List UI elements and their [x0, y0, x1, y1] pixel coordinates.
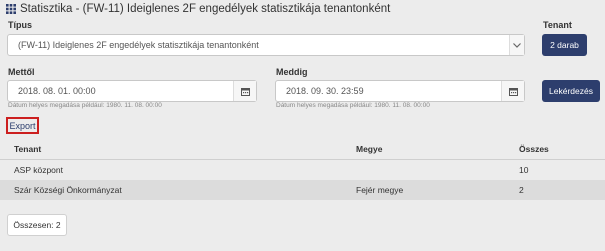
- mettol-label: Mettől: [8, 67, 35, 77]
- meddig-hint: Dátum helyes megadása például: 1980. 11.…: [276, 102, 430, 109]
- export-link[interactable]: Export: [6, 117, 39, 134]
- mettol-input[interactable]: 2018. 08. 01. 00:00: [7, 80, 257, 102]
- calendar-icon[interactable]: [501, 81, 524, 101]
- column-header-osszes[interactable]: Összes: [519, 140, 549, 157]
- chevron-down-icon[interactable]: [509, 35, 524, 55]
- meddig-label: Meddig: [276, 67, 308, 77]
- cell-tenant: Szár Községi Önkormányzat: [14, 185, 122, 195]
- column-header-tenant[interactable]: Tenant: [14, 140, 41, 157]
- cell-megye: Fejér megye: [356, 185, 404, 195]
- tenant-label: Tenant: [543, 20, 572, 30]
- mettol-input-value: 2018. 08. 01. 00:00: [18, 86, 96, 96]
- table-row[interactable]: Szár Községi Önkormányzat Fejér megye 2: [0, 180, 605, 200]
- results-table: Tenant Megye Összes ASP központ 10 Szár …: [0, 140, 605, 200]
- column-header-megye[interactable]: Megye: [356, 140, 382, 157]
- table-row[interactable]: ASP központ 10: [0, 160, 605, 180]
- statistics-page: Statisztika - (FW-11) Ideiglenes 2F enge…: [0, 0, 605, 251]
- meddig-input-value: 2018. 09. 30. 23:59: [286, 86, 364, 96]
- cell-osszes: 2: [519, 185, 524, 195]
- calendar-icon[interactable]: [233, 81, 256, 101]
- tipus-select[interactable]: (FW-11) Ideiglenes 2F engedélyek statisz…: [7, 34, 525, 56]
- tipus-label: Típus: [8, 20, 32, 30]
- cell-tenant: ASP központ: [14, 165, 63, 175]
- page-title-text: Statisztika - (FW-11) Ideiglenes 2F enge…: [20, 3, 391, 15]
- total-count: Összesen: 2: [7, 214, 67, 236]
- grid-icon: [6, 4, 16, 14]
- tipus-select-value: (FW-11) Ideiglenes 2F engedélyek statisz…: [18, 40, 259, 50]
- meddig-input[interactable]: 2018. 09. 30. 23:59: [275, 80, 525, 102]
- page-title: Statisztika - (FW-11) Ideiglenes 2F enge…: [6, 2, 390, 16]
- table-header-row: Tenant Megye Összes: [0, 140, 605, 157]
- tenant-button[interactable]: 2 darab: [542, 34, 587, 56]
- mettol-hint: Dátum helyes megadása például: 1980. 11.…: [8, 102, 162, 109]
- query-button[interactable]: Lekérdezés: [542, 80, 600, 102]
- cell-osszes: 10: [519, 165, 529, 175]
